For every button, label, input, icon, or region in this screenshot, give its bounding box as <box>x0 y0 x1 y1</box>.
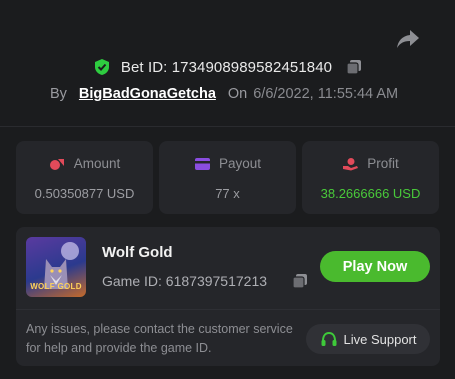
stat-value: 77 x <box>215 186 240 201</box>
thumbnail-text: WOLF GOLD <box>30 282 82 291</box>
play-now-button[interactable]: Play Now <box>320 251 430 282</box>
stat-value: 0.50350877 USD <box>34 186 135 201</box>
card-icon <box>194 157 210 170</box>
stat-value: 38.2666666 USD <box>320 186 421 201</box>
divider <box>0 126 455 127</box>
money-hand-icon <box>343 157 359 170</box>
support-message: Any issues, please contact the customer … <box>26 322 293 355</box>
share-icon <box>397 30 419 48</box>
stat-label: Payout <box>218 156 262 171</box>
live-support-label: Live Support <box>343 331 417 347</box>
stat-label: Amount <box>73 156 121 171</box>
share-button[interactable] <box>396 28 420 50</box>
verified-shield-icon <box>94 59 109 75</box>
by-label: By <box>50 86 67 102</box>
chips-icon <box>49 158 64 170</box>
on-label: On <box>227 86 248 102</box>
copy-icon[interactable] <box>346 59 362 75</box>
game-name: Wolf Gold <box>102 244 173 261</box>
stat-payout: Payout 77 x <box>159 141 296 214</box>
bet-id: Bet ID: 1734908989582451840 <box>120 58 333 76</box>
live-support-button[interactable]: Live Support <box>306 324 430 354</box>
game-card: WOLF GOLD Wolf Gold Game ID: 61873975172… <box>16 227 440 366</box>
stat-profit: Profit 38.2666666 USD <box>302 141 439 214</box>
game-thumbnail[interactable]: WOLF GOLD <box>26 237 86 297</box>
headset-icon <box>321 331 336 346</box>
divider <box>16 309 440 310</box>
username-link[interactable]: BigBadGonaGetcha <box>79 86 216 102</box>
game-id: Game ID: 6187397517213 <box>102 273 268 289</box>
bet-id-row: Bet ID: 1734908989582451840 <box>0 58 455 76</box>
copy-icon[interactable] <box>292 273 308 289</box>
bet-date: 6/6/2022, 11:55:44 AM <box>253 86 399 102</box>
stat-amount: Amount 0.50350877 USD <box>16 141 153 214</box>
stat-label: Profit <box>367 156 399 171</box>
bet-meta-row: By BigBadGonaGetcha On 6/6/2022, 11:55:4… <box>50 86 398 102</box>
